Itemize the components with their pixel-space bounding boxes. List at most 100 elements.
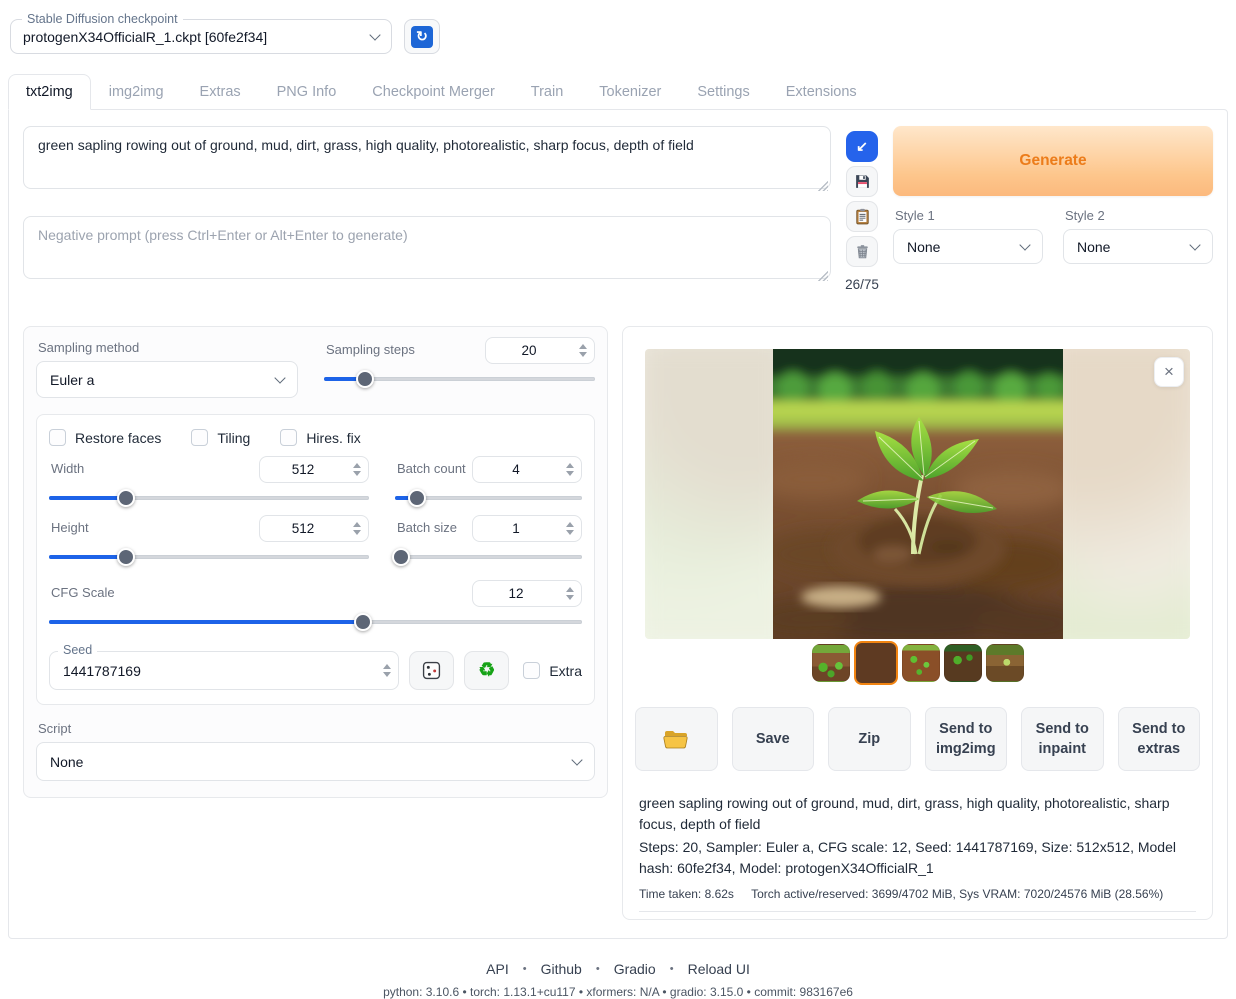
slider-thumb[interactable] [117,548,135,566]
divider [639,911,1196,919]
stepper-arrows[interactable] [346,463,368,476]
stepper-arrows[interactable] [346,522,368,535]
style1-dropdown[interactable]: None [893,229,1043,264]
footer-link-github[interactable]: Github [541,961,582,977]
clear-prompt-button[interactable] [846,236,878,267]
thumbnail-5[interactable] [986,644,1024,682]
script-value: None [50,754,573,770]
batch-count-input[interactable]: 4 [472,456,582,483]
open-folder-button[interactable] [635,707,718,771]
send-to-extras-button[interactable]: Send to extras [1118,707,1201,771]
generate-column: Generate Style 1 None Style 2 None [893,126,1213,292]
batch-count-slider[interactable] [395,489,582,507]
cfg-scale-input[interactable]: 12 [472,580,582,607]
restore-faces-checkbox[interactable]: Restore faces [49,429,161,446]
width-slider[interactable] [49,489,369,507]
info-prompt: green sapling rowing out of ground, mud,… [639,793,1196,835]
save-style-button[interactable] [846,166,878,197]
zip-button[interactable]: Zip [828,707,911,771]
checkbox-icon [49,429,66,446]
thumbnail-2-selected[interactable] [854,641,898,685]
gallery-prev-blur[interactable] [645,349,777,639]
generated-image[interactable] [773,349,1063,639]
prompt-row: green sapling rowing out of ground, mud,… [23,126,1213,292]
thumbnail-1[interactable] [812,644,850,682]
dice-icon [422,661,441,680]
stepper-arrows[interactable] [376,664,398,677]
height-input[interactable]: 512 [259,515,369,542]
prompt-tools: ↙ 26/75 [845,126,879,292]
txt2img-panel: green sapling rowing out of ground, mud,… [8,109,1228,939]
slider-thumb[interactable] [354,613,372,631]
chevron-down-icon [571,754,582,765]
dims-grid: Width 512 Height 512 [49,456,582,574]
stepper-arrows[interactable] [559,463,581,476]
batch-size-slider[interactable] [395,548,582,566]
tab-txt2img[interactable]: txt2img [8,74,91,110]
gallery-next-blur[interactable] [1058,349,1190,639]
prompt-column: green sapling rowing out of ground, mud,… [23,126,831,292]
batch-size-input[interactable]: 1 [472,515,582,542]
tab-extensions[interactable]: Extensions [768,74,875,110]
footer-link-gradio[interactable]: Gradio [614,961,656,977]
floppy-disk-icon [854,173,871,190]
footer: API • Github • Gradio • Reload UI python… [8,961,1228,999]
slider-thumb[interactable] [392,548,410,566]
seed-input[interactable]: 1441787169 [49,651,399,690]
slider-thumb[interactable] [117,489,135,507]
negative-prompt-input[interactable] [23,216,831,279]
seed-field: Seed 1441787169 [49,651,399,690]
extra-seed-checkbox[interactable]: Extra [523,662,582,679]
header: Stable Diffusion checkpoint protogenX34O… [8,10,1228,54]
cfg-scale-slider[interactable] [49,613,582,631]
height-slider[interactable] [49,548,369,566]
style2-dropdown[interactable]: None [1063,229,1213,264]
dot-separator: • [670,963,674,975]
settings-panel: Sampling method Euler a Sampling steps 2… [23,326,608,798]
chevron-down-icon [1189,239,1200,250]
stepper-arrows[interactable] [572,344,594,357]
slider-thumb[interactable] [356,370,374,388]
footer-link-api[interactable]: API [486,961,509,977]
refresh-checkpoints-button[interactable]: ↻ [404,19,440,54]
random-seed-button[interactable] [409,651,454,690]
tab-settings[interactable]: Settings [679,74,767,110]
paste-generation-params-button[interactable]: ↙ [846,131,878,162]
seed-row: Seed 1441787169 ♻ Extra [49,651,582,690]
style2-field: Style 2 None [1063,205,1213,264]
prompt-input[interactable]: green sapling rowing out of ground, mud,… [23,126,831,189]
hires-fix-checkbox[interactable]: Hires. fix [280,429,360,446]
send-to-inpaint-button[interactable]: Send to inpaint [1021,707,1104,771]
width-input[interactable]: 512 [259,456,369,483]
reuse-seed-button[interactable]: ♻ [464,651,509,690]
tab-tokenizer[interactable]: Tokenizer [581,74,679,110]
thumbnail-3[interactable] [902,644,940,682]
tab-png-info[interactable]: PNG Info [259,74,355,110]
slider-thumb[interactable] [408,489,426,507]
thumbnail-4[interactable] [944,644,982,682]
style1-value: None [907,239,1021,255]
generate-button[interactable]: Generate [893,126,1213,196]
close-icon: × [1164,362,1174,382]
stepper-arrows[interactable] [559,587,581,600]
save-button[interactable]: Save [732,707,815,771]
sampling-steps-slider[interactable] [324,370,595,388]
script-dropdown[interactable]: None [36,742,595,781]
output-buttons-row: Save Zip Send to img2img Send to inpaint… [635,707,1200,771]
stepper-arrows[interactable] [559,522,581,535]
tab-extras[interactable]: Extras [182,74,259,110]
info-params: Steps: 20, Sampler: Euler a, CFG scale: … [639,837,1196,879]
close-gallery-button[interactable]: × [1154,357,1184,387]
tab-img2img[interactable]: img2img [91,74,182,110]
footer-links: API • Github • Gradio • Reload UI [8,961,1228,977]
style2-label: Style 2 [1065,208,1213,223]
tab-checkpoint-merger[interactable]: Checkpoint Merger [354,74,513,110]
send-to-img2img-button[interactable]: Send to img2img [925,707,1008,771]
sampling-steps-input[interactable]: 20 [485,337,595,364]
footer-versions: python: 3.10.6 • torch: 1.13.1+cu117 • x… [8,985,1228,999]
sampling-method-dropdown[interactable]: Euler a [36,361,298,398]
apply-style-button[interactable] [846,201,878,232]
footer-link-reload-ui[interactable]: Reload UI [688,961,750,977]
tab-train[interactable]: Train [513,74,582,110]
tiling-checkbox[interactable]: Tiling [191,429,250,446]
